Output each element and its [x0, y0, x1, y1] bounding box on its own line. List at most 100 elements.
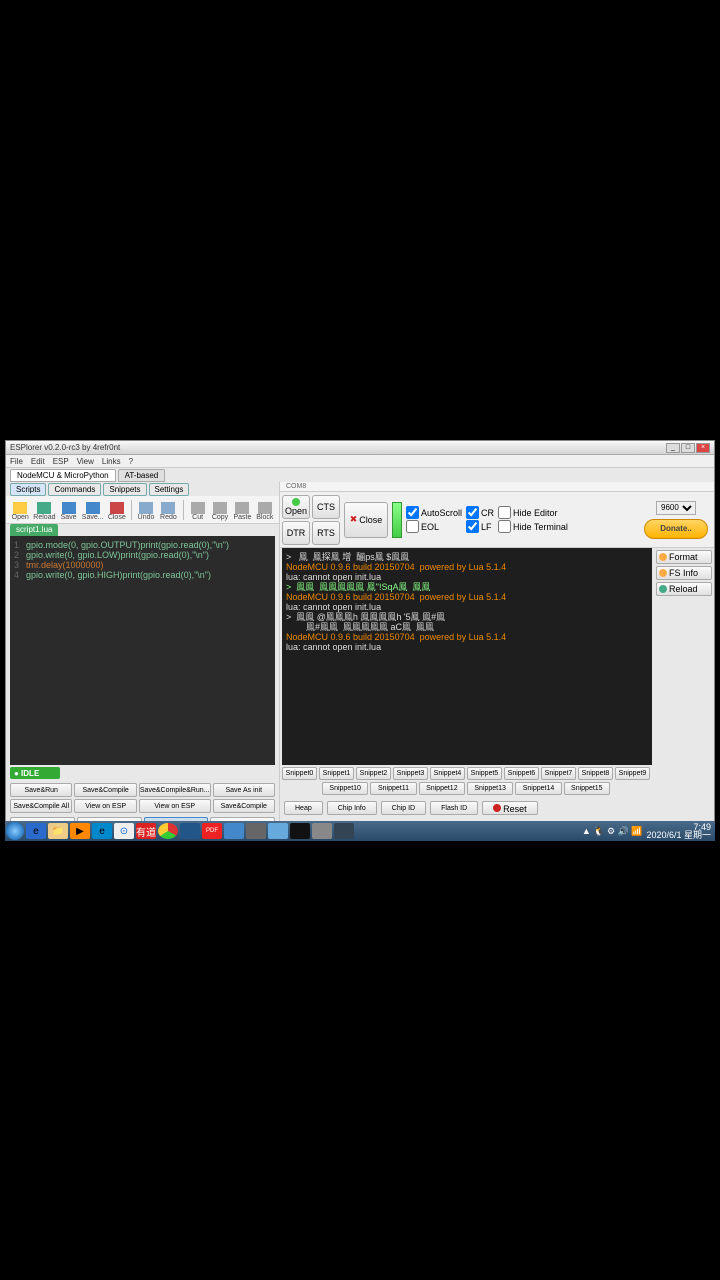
com-port-tab[interactable]: COM8: [280, 482, 714, 492]
save-compile-button[interactable]: Save&Compile: [74, 783, 136, 797]
rts-button[interactable]: RTS: [312, 521, 340, 545]
close-file-button[interactable]: Close: [107, 498, 127, 522]
undo-button[interactable]: Undo: [136, 498, 156, 522]
snippet-button[interactable]: Snippet11: [370, 782, 416, 795]
autoscroll-checkbox[interactable]: AutoScroll: [406, 506, 462, 519]
lf-checkbox[interactable]: LF: [466, 520, 494, 533]
heap-button[interactable]: Heap: [284, 801, 323, 815]
taskbar-app-icon-6[interactable]: [312, 823, 332, 839]
snippet-button[interactable]: Snippet4: [430, 767, 465, 780]
taskbar-app-icon-7[interactable]: [334, 823, 354, 839]
tab-scripts[interactable]: Scripts: [10, 483, 46, 496]
menu-esp[interactable]: ESP: [53, 457, 69, 466]
cts-button[interactable]: CTS: [312, 495, 340, 519]
hide-terminal-checkbox[interactable]: Hide Terminal: [498, 520, 568, 533]
snippet-button[interactable]: Snippet0: [282, 767, 317, 780]
save-as-init-button[interactable]: Save As init: [213, 783, 275, 797]
taskbar-chrome-icon[interactable]: [158, 823, 178, 839]
terminal-output[interactable]: > 鳯 鳯探鳯 增 酾ps鳯 $鳯鳯NodeMCU 0.9.6 build 20…: [282, 548, 652, 765]
tab-snippets[interactable]: Snippets: [103, 483, 146, 496]
cut-button[interactable]: Cut: [187, 498, 207, 522]
taskbar-wmp-icon[interactable]: ▶: [70, 823, 90, 839]
left-panel-tabs: Scripts Commands Snippets Settings: [6, 482, 279, 496]
reset-icon: [493, 804, 501, 812]
snippet-button[interactable]: Snippet13: [467, 782, 513, 795]
reset-button[interactable]: Reset: [482, 801, 537, 815]
tab-settings[interactable]: Settings: [149, 483, 190, 496]
block-button[interactable]: Block: [255, 498, 275, 522]
taskbar-youdao-icon[interactable]: 有道: [136, 823, 156, 839]
taskbar-app-icon-2[interactable]: [180, 823, 200, 839]
dtr-button[interactable]: DTR: [282, 521, 310, 545]
taskbar[interactable]: e 📁 ▶ e ⊙ 有道 PDF ▲ 🐧 ⚙ 🔊 📶 7:49 2020/6/1…: [5, 821, 715, 841]
taskbar-app-icon[interactable]: ⊙: [114, 823, 134, 839]
taskbar-app-icon-3[interactable]: [224, 823, 244, 839]
tray-date: 2020/6/1 星期一: [646, 831, 711, 839]
taskbar-edge-icon[interactable]: e: [92, 823, 112, 839]
close-window-button[interactable]: ×: [696, 443, 710, 453]
snippet-button[interactable]: Snippet12: [419, 782, 465, 795]
snippet-button[interactable]: Snippet8: [578, 767, 613, 780]
taskbar-app-icon-5[interactable]: [268, 823, 288, 839]
snippet-button[interactable]: Snippet3: [393, 767, 428, 780]
baud-select[interactable]: 9600: [656, 501, 696, 515]
eol-checkbox[interactable]: EOL: [406, 520, 462, 533]
open-port-button[interactable]: Open: [282, 495, 310, 519]
tab-at-based[interactable]: AT-based: [118, 469, 166, 482]
redo-button[interactable]: Redo: [158, 498, 178, 522]
window-title: ESPlorer v0.2.0-rc3 by 4refr0nt: [10, 443, 120, 452]
save-compile-button-2[interactable]: Save&Compile: [213, 799, 275, 813]
paste-button[interactable]: Paste: [232, 498, 252, 522]
menu-file[interactable]: File: [10, 457, 23, 466]
system-tray[interactable]: ▲ 🐧 ⚙ 🔊 📶 7:49 2020/6/1 星期一: [578, 823, 715, 839]
snippet-button[interactable]: Snippet6: [504, 767, 539, 780]
reload-button[interactable]: Reload: [32, 498, 56, 522]
maximize-button[interactable]: □: [681, 443, 695, 453]
view-on-esp-button[interactable]: View on ESP: [74, 799, 136, 813]
file-tab[interactable]: script1.lua: [10, 524, 58, 536]
menu-view[interactable]: View: [77, 457, 94, 466]
save-button[interactable]: Save: [58, 498, 78, 522]
cr-checkbox[interactable]: CR: [466, 506, 494, 519]
snippet-button[interactable]: Snippet1: [319, 767, 354, 780]
editor-toolbar: Open Reload Save Save... Close Undo Redo…: [6, 496, 279, 524]
taskbar-cmd-icon[interactable]: [290, 823, 310, 839]
script-action-grid: Save&Run Save&Compile Save&Compile&Run..…: [6, 781, 279, 815]
menu-edit[interactable]: Edit: [31, 457, 45, 466]
chip-info-button[interactable]: Chip Info: [327, 801, 377, 815]
hide-editor-checkbox[interactable]: Hide Editor: [498, 506, 568, 519]
tab-commands[interactable]: Commands: [48, 483, 101, 496]
taskbar-ie-icon[interactable]: e: [26, 823, 46, 839]
titlebar[interactable]: ESPlorer v0.2.0-rc3 by 4refr0nt _ □ ×: [6, 441, 714, 455]
taskbar-pdf-icon[interactable]: PDF: [202, 823, 222, 839]
menu-help[interactable]: ?: [129, 457, 133, 466]
snippet-button[interactable]: Snippet14: [515, 782, 561, 795]
reload-fs-button[interactable]: Reload: [656, 582, 712, 596]
tab-nodemcu[interactable]: NodeMCU & MicroPython: [10, 469, 116, 482]
snippet-button[interactable]: Snippet7: [541, 767, 576, 780]
donate-button[interactable]: Donate..: [644, 519, 708, 539]
snippet-button[interactable]: Snippet2: [356, 767, 391, 780]
taskbar-app-icon-4[interactable]: [246, 823, 266, 839]
start-button[interactable]: [6, 822, 24, 840]
save-as-button[interactable]: Save...: [81, 498, 105, 522]
snippet-button[interactable]: Snippet10: [322, 782, 368, 795]
save-compile-run-button[interactable]: Save&Compile&Run...: [139, 783, 211, 797]
save-compile-all-button[interactable]: Save&Compile All: [10, 799, 72, 813]
copy-button[interactable]: Copy: [210, 498, 230, 522]
minimize-button[interactable]: _: [666, 443, 680, 453]
chip-id-button[interactable]: Chip ID: [381, 801, 426, 815]
snippet-button[interactable]: Snippet5: [467, 767, 502, 780]
code-editor[interactable]: 1gpio.mode(0, gpio.OUTPUT)print(gpio.rea…: [10, 536, 275, 765]
save-run-button[interactable]: Save&Run: [10, 783, 72, 797]
snippet-button[interactable]: Snippet9: [615, 767, 650, 780]
taskbar-explorer-icon[interactable]: 📁: [48, 823, 68, 839]
fs-info-button[interactable]: FS Info: [656, 566, 712, 580]
flash-id-button[interactable]: Flash ID: [430, 801, 478, 815]
snippet-button[interactable]: Snippet15: [564, 782, 610, 795]
close-port-button[interactable]: ✖Close: [344, 502, 388, 538]
menu-links[interactable]: Links: [102, 457, 121, 466]
format-button[interactable]: Format: [656, 550, 712, 564]
view-on-esp-button-2[interactable]: View on ESP: [139, 799, 211, 813]
open-button[interactable]: Open: [10, 498, 30, 522]
